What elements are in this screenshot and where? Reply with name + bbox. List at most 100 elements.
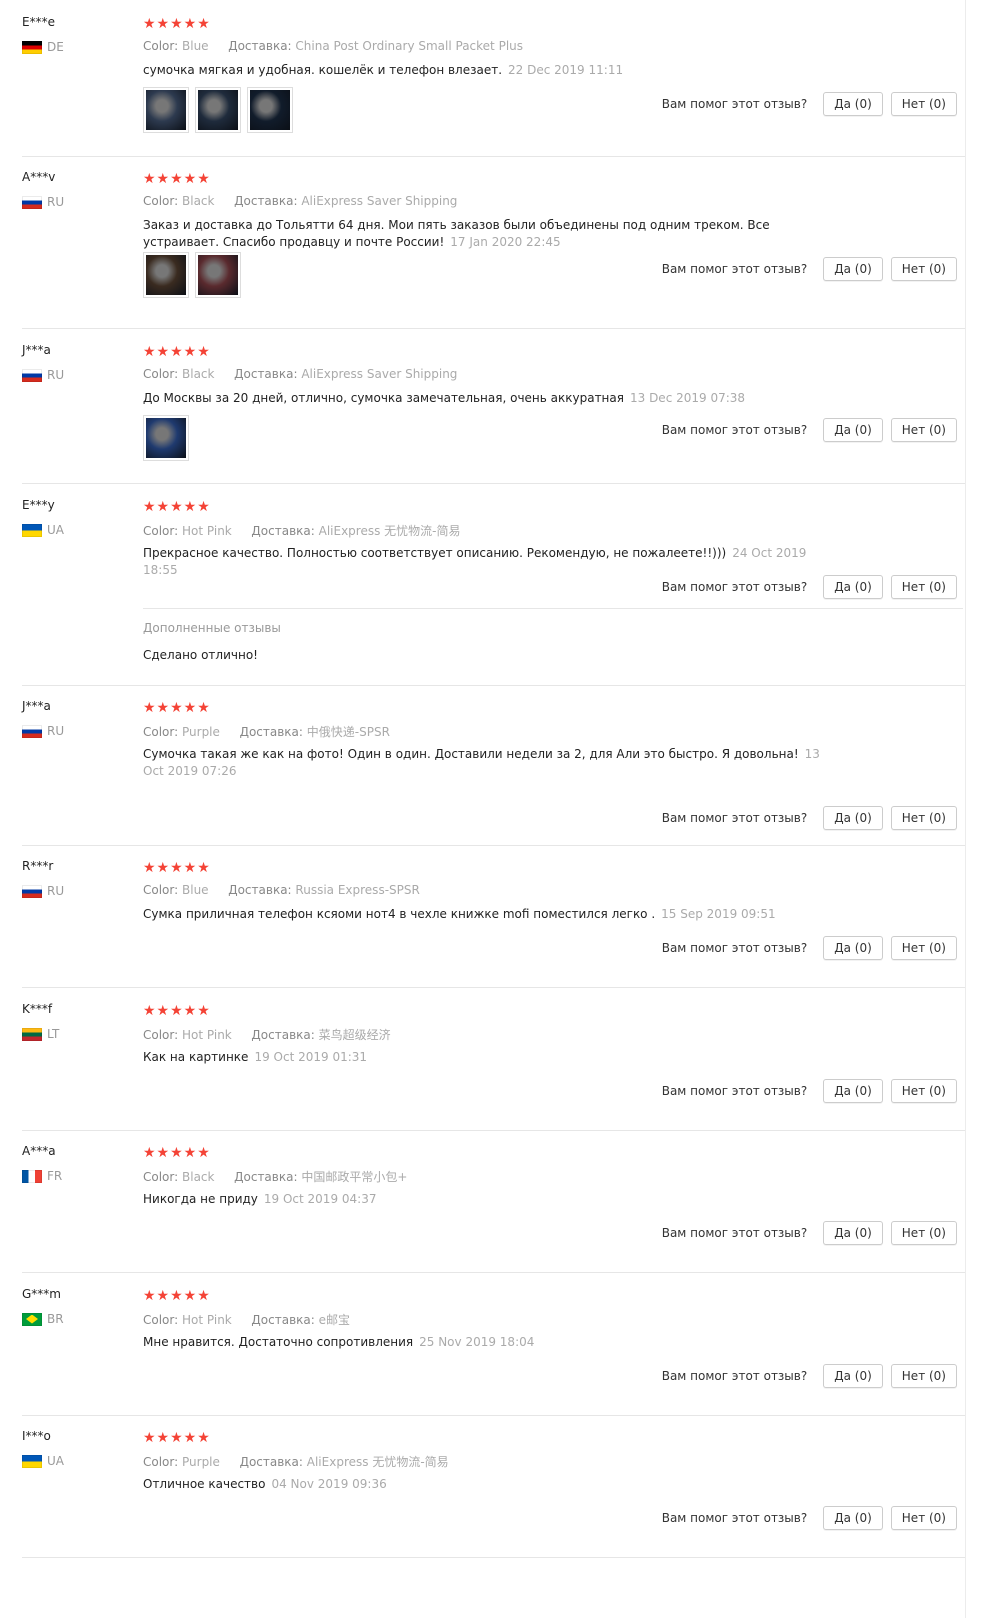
rating-stars-icon: ★★★★★ xyxy=(143,1003,211,1019)
review-date: 22 Dec 2019 11:11 xyxy=(508,63,624,77)
helpful-vote: Вам помог этот отзыв? Да (0) Нет (0) xyxy=(662,575,957,599)
shipping-value: 中俄快递-SPSR xyxy=(306,725,390,739)
review-photo-thumbnail[interactable] xyxy=(143,87,189,133)
shipping-value: AliExpress 无忧物流-简易 xyxy=(306,1455,449,1469)
review-photo-thumbnail[interactable] xyxy=(195,252,241,298)
helpful-vote: Вам помог этот отзыв? Да (0) Нет (0) xyxy=(662,1079,957,1103)
country-flag-icon xyxy=(22,724,42,738)
shipping-label: Доставка: xyxy=(251,1313,315,1327)
review-content: Сумка приличная телефон ксяоми нот4 в че… xyxy=(143,907,656,921)
helpful-vote: Вам помог этот отзыв? Да (0) Нет (0) xyxy=(662,1221,957,1245)
country-code: RU xyxy=(47,368,65,382)
review-text: сумочка мягкая и удобная. кошелёк и теле… xyxy=(143,62,823,79)
reviewer-name: A***v xyxy=(22,170,56,184)
country-flag-icon xyxy=(22,1454,42,1468)
country-code: RU xyxy=(47,195,65,209)
shipping-label: Доставка: xyxy=(234,367,298,381)
review-photo-thumbnail[interactable] xyxy=(143,415,189,461)
rating-stars-icon: ★★★★★ xyxy=(143,16,211,32)
reviewer-country: UA xyxy=(22,523,64,537)
review-photos xyxy=(143,87,293,133)
review-content: Как на картинке xyxy=(143,1050,249,1064)
shipping-value: China Post Ordinary Small Packet Plus xyxy=(295,39,524,53)
shipping-value: Russia Express-SPSR xyxy=(295,883,420,897)
helpful-vote: Вам помог этот отзыв? Да (0) Нет (0) xyxy=(662,418,957,442)
helpful-no-button[interactable]: Нет (0) xyxy=(890,257,957,281)
review-meta: Color: Blue Доставка: China Post Ordinar… xyxy=(143,39,523,53)
review-photo-thumbnail[interactable] xyxy=(143,252,189,298)
color-value: Hot Pink xyxy=(182,1313,232,1327)
color-value: Purple xyxy=(182,725,220,739)
reviewer-country: UA xyxy=(22,1454,64,1468)
review-item: G***m BR ★★★★★ Color: Hot Pink Доставка:… xyxy=(22,1282,965,1416)
reviewer-name: G***m xyxy=(22,1287,61,1301)
review-photos xyxy=(143,252,241,298)
review-photo-thumbnail[interactable] xyxy=(195,87,241,133)
country-code: FR xyxy=(47,1169,63,1183)
helpful-yes-button[interactable]: Да (0) xyxy=(823,575,883,599)
helpful-no-button[interactable]: Нет (0) xyxy=(890,1221,957,1245)
reviewer-country: FR xyxy=(22,1169,62,1183)
helpful-question: Вам помог этот отзыв? xyxy=(661,811,808,825)
country-flag-icon xyxy=(22,368,42,382)
helpful-yes-button[interactable]: Да (0) xyxy=(823,1079,883,1103)
review-meta: Color: Purple Доставка: 中俄快递-SPSR xyxy=(143,723,390,740)
shipping-label: Доставка: xyxy=(234,194,298,208)
color-label: Color: xyxy=(143,1028,179,1042)
review-date: 04 Nov 2019 09:36 xyxy=(271,1477,387,1491)
helpful-no-button[interactable]: Нет (0) xyxy=(890,1506,957,1530)
rating-stars-icon: ★★★★★ xyxy=(143,1145,211,1161)
helpful-yes-button[interactable]: Да (0) xyxy=(823,418,883,442)
helpful-yes-button[interactable]: Да (0) xyxy=(823,1364,883,1388)
review-item: E***e DE ★★★★★ Color: Blue Доставка: Chi… xyxy=(22,10,965,157)
reviewer-country: RU xyxy=(22,195,64,209)
helpful-yes-button[interactable]: Да (0) xyxy=(823,936,883,960)
helpful-no-button[interactable]: Нет (0) xyxy=(890,806,957,830)
color-value: Blue xyxy=(182,39,209,53)
helpful-yes-button[interactable]: Да (0) xyxy=(823,806,883,830)
review-meta: Color: Black Доставка: 中国邮政平常小包+ xyxy=(143,1168,407,1185)
reviewer-name: E***y xyxy=(22,498,55,512)
rating-stars-icon: ★★★★★ xyxy=(143,344,211,360)
helpful-yes-button[interactable]: Да (0) xyxy=(823,1506,883,1530)
review-content: До Москвы за 20 дней, отлично, сумочка з… xyxy=(143,391,624,405)
review-item: E***y UA ★★★★★ Color: Hot Pink Доставка:… xyxy=(22,493,965,686)
helpful-no-button[interactable]: Нет (0) xyxy=(890,1364,957,1388)
review-text: Сумка приличная телефон ксяоми нот4 в че… xyxy=(143,906,823,923)
country-flag-icon xyxy=(22,40,42,54)
helpful-vote: Вам помог этот отзыв? Да (0) Нет (0) xyxy=(662,92,957,116)
rating-stars-icon: ★★★★★ xyxy=(143,171,211,187)
color-label: Color: xyxy=(143,1455,179,1469)
helpful-no-button[interactable]: Нет (0) xyxy=(890,936,957,960)
review-date: 19 Oct 2019 01:31 xyxy=(254,1050,368,1064)
helpful-vote: Вам помог этот отзыв? Да (0) Нет (0) xyxy=(662,936,957,960)
review-photo-thumbnail[interactable] xyxy=(247,87,293,133)
helpful-no-button[interactable]: Нет (0) xyxy=(890,1079,957,1103)
helpful-no-button[interactable]: Нет (0) xyxy=(890,92,957,116)
review-meta: Color: Hot Pink Доставка: AliExpress 无忧物… xyxy=(143,522,461,539)
country-code: LT xyxy=(47,1027,60,1041)
color-label: Color: xyxy=(143,1170,179,1184)
additional-review-text: Сделано отлично! xyxy=(143,648,258,662)
helpful-question: Вам помог этот отзыв? xyxy=(661,1226,808,1240)
helpful-vote: Вам помог этот отзыв? Да (0) Нет (0) xyxy=(662,1364,957,1388)
helpful-yes-button[interactable]: Да (0) xyxy=(823,257,883,281)
country-code: RU xyxy=(47,884,65,898)
helpful-question: Вам помог этот отзыв? xyxy=(661,423,808,437)
rating-stars-icon: ★★★★★ xyxy=(143,700,211,716)
color-label: Color: xyxy=(143,524,179,538)
color-label: Color: xyxy=(143,194,179,208)
color-label: Color: xyxy=(143,883,179,897)
helpful-yes-button[interactable]: Да (0) xyxy=(823,92,883,116)
helpful-yes-button[interactable]: Да (0) xyxy=(823,1221,883,1245)
helpful-no-button[interactable]: Нет (0) xyxy=(890,418,957,442)
review-content: Мне нравится. Достаточно сопротивления xyxy=(143,1335,414,1349)
country-flag-icon xyxy=(22,523,42,537)
review-content: сумочка мягкая и удобная. кошелёк и теле… xyxy=(143,63,503,77)
reviewer-name: R***r xyxy=(22,859,54,873)
helpful-no-button[interactable]: Нет (0) xyxy=(890,575,957,599)
reviewer-country: DE xyxy=(22,40,64,54)
shipping-value: 菜鸟超级经济 xyxy=(318,1028,391,1042)
reviewer-country: LT xyxy=(22,1027,59,1041)
reviewer-country: RU xyxy=(22,724,64,738)
